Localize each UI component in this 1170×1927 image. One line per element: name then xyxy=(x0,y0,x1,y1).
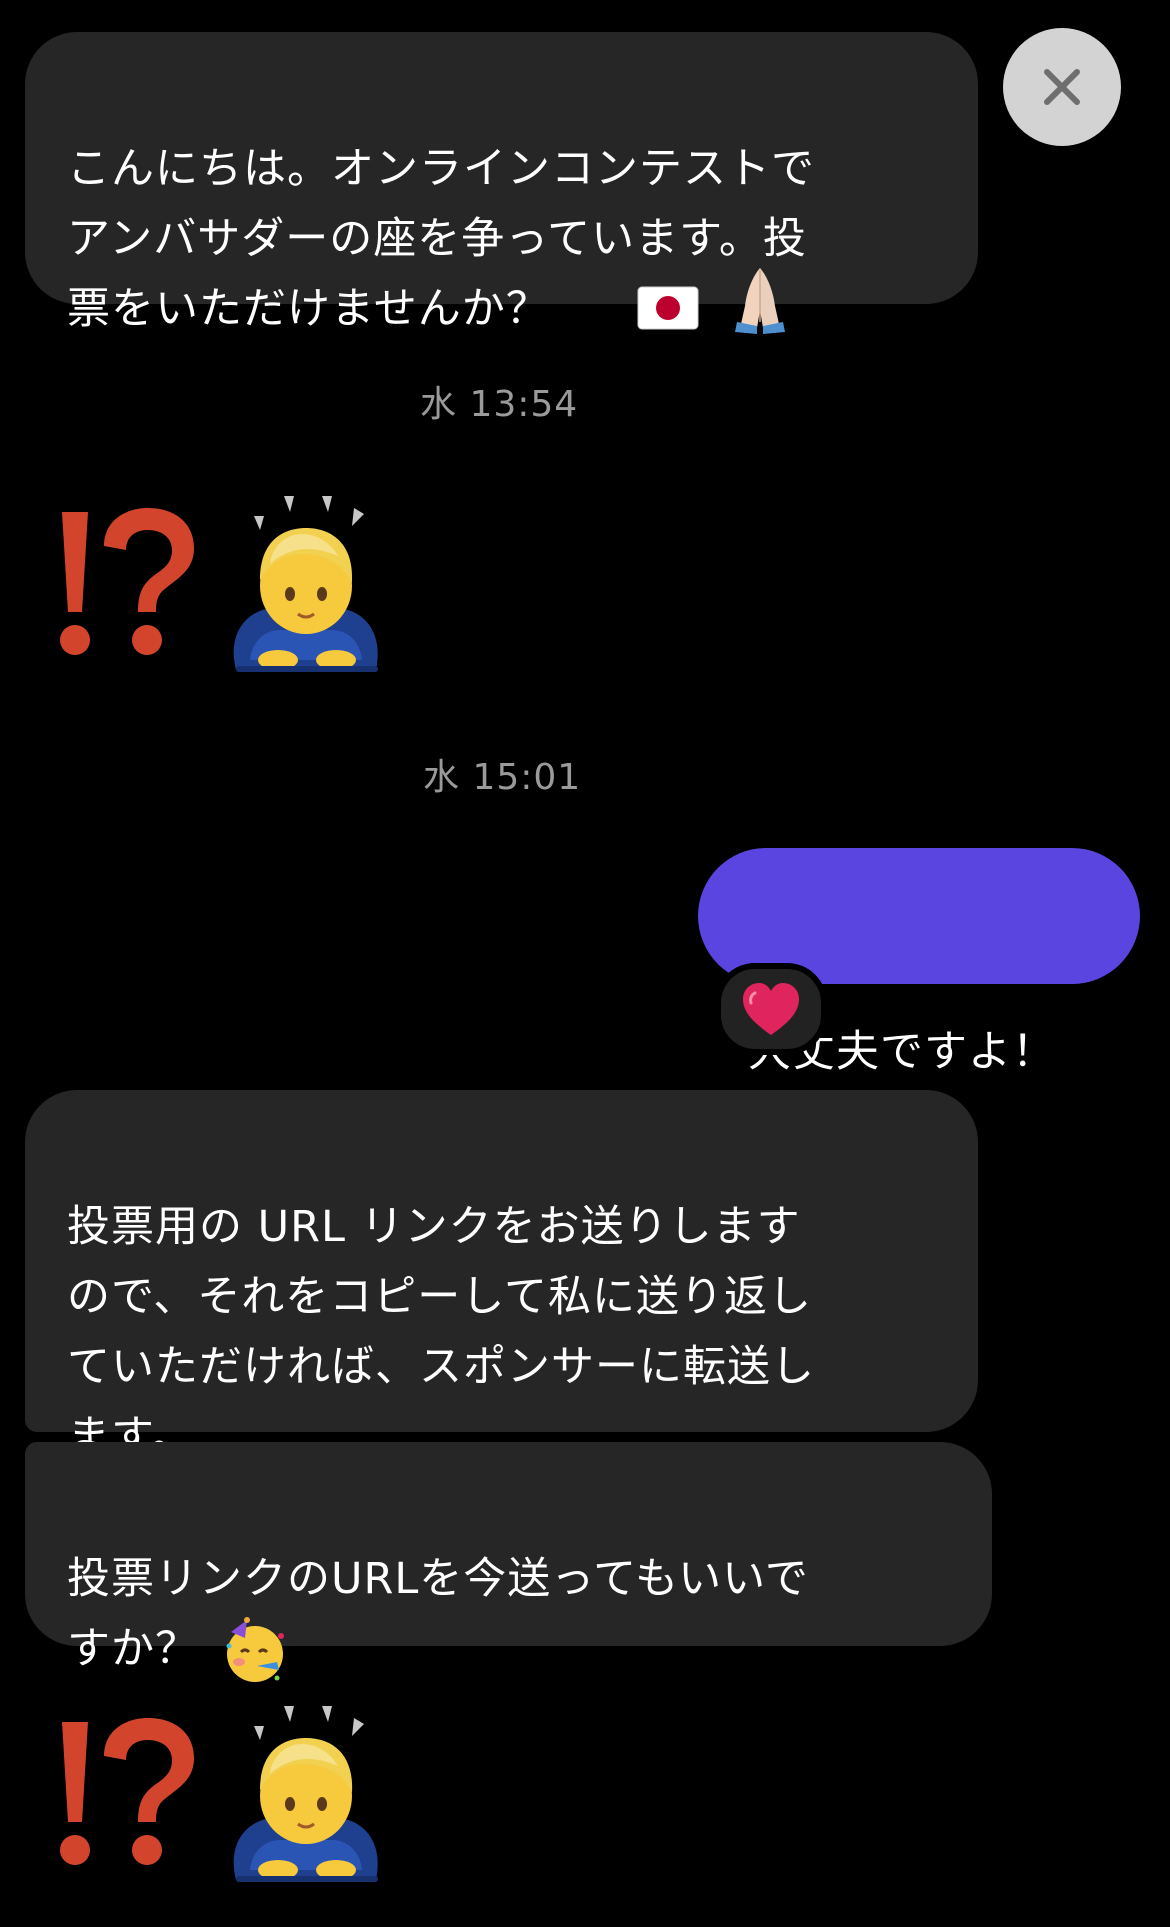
incoming-message-2[interactable]: 投票用の URL リンクをお送りします ので、それをコピーして私に送り返し てい… xyxy=(25,1090,978,1462)
close-button[interactable] xyxy=(1003,28,1121,146)
emoji-message-2[interactable] xyxy=(40,1700,400,1900)
message-reaction[interactable] xyxy=(715,963,827,1055)
emoji-message-1[interactable] xyxy=(40,490,400,690)
incoming-message-3[interactable]: 投票リンクのURLを今送ってもいいで すか？ xyxy=(25,1442,992,1682)
timestamp: 水 15:01 xyxy=(423,757,582,798)
message-text: 投票リンクのURLを今送ってもいいで すか？ xyxy=(67,1554,809,1674)
folded-hands-icon xyxy=(723,192,797,357)
close-icon xyxy=(1044,69,1080,105)
message-text: こんにちは。オンラインコンテストで アンバサダーの座を争っています。投 票をいた… xyxy=(67,144,815,334)
bowing-person-icon xyxy=(233,1706,378,1882)
bowing-person-icon xyxy=(233,496,378,672)
timestamp: 水 13:54 xyxy=(420,384,579,425)
incoming-message-1[interactable]: こんにちは。オンラインコンテストで アンバサダーの座を争っています。投 票をいた… xyxy=(25,32,978,334)
message-text: 投票用の URL リンクをお送りします ので、それをコピーして私に送り返し てい… xyxy=(67,1202,815,1462)
partying-face-icon xyxy=(221,1546,291,1707)
japan-flag-icon xyxy=(637,211,699,351)
heart-icon xyxy=(743,983,799,1035)
chat-thread: こんにちは。オンラインコンテストで アンバサダーの座を争っています。投 票をいた… xyxy=(0,0,1170,1927)
exclamation-question-icon xyxy=(60,508,194,655)
exclamation-question-icon xyxy=(60,1718,194,1865)
